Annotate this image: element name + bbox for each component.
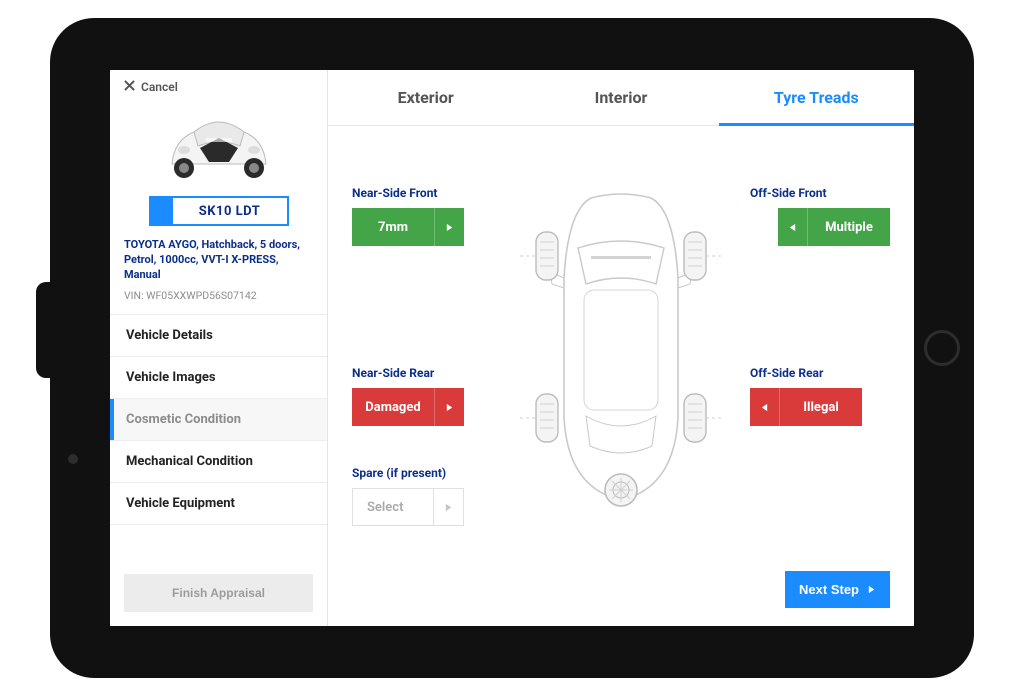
tab-label: Exterior	[398, 88, 454, 107]
next-step-button[interactable]: Next Step	[785, 571, 890, 608]
select-placeholder: Select	[353, 500, 433, 515]
tab-interior[interactable]: Interior	[523, 70, 718, 125]
chevron-right-icon	[434, 388, 464, 426]
sidebar-item-label: Vehicle Equipment	[126, 496, 235, 511]
tyre-value-text: Damaged	[352, 388, 434, 426]
sidebar-item-mechanical-condition[interactable]: Mechanical Condition	[110, 440, 327, 482]
sidebar-item-vehicle-images[interactable]: Vehicle Images	[110, 356, 327, 398]
tyre-content: Near-Side Front 7mm Off-Side Front Multi…	[328, 126, 914, 626]
tyre-label: Spare (if present)	[352, 466, 492, 480]
tyre-label: Near-Side Rear	[352, 366, 492, 380]
sidebar-item-label: Mechanical Condition	[126, 454, 253, 469]
app-root: Cancel SK10 LDT	[110, 70, 914, 626]
sidebar-item-label: Vehicle Images	[126, 370, 216, 385]
chevron-right-icon	[434, 208, 464, 246]
cancel-button[interactable]: Cancel	[110, 70, 327, 100]
chevron-left-icon	[778, 208, 808, 246]
tablet-camera-dot	[68, 454, 78, 464]
sidebar-item-vehicle-equipment[interactable]: Vehicle Equipment	[110, 482, 327, 525]
tyre-near-side-rear: Near-Side Rear Damaged	[352, 366, 492, 426]
cancel-label: Cancel	[141, 80, 178, 94]
next-step-label: Next Step	[799, 582, 859, 597]
tyre-label: Off-Side Front	[750, 186, 890, 200]
reg-plate-flag	[151, 198, 173, 224]
sidebar-nav: Vehicle Details Vehicle Images Cosmetic …	[110, 314, 327, 525]
tyre-value-button[interactable]: Damaged	[352, 388, 464, 426]
car-top-diagram	[496, 188, 746, 512]
close-icon	[124, 80, 135, 94]
chevron-left-icon	[750, 388, 780, 426]
sidebar-item-label: Cosmetic Condition	[126, 412, 241, 427]
tyre-off-side-front: Off-Side Front Multiple	[750, 186, 890, 246]
tyre-spare: Spare (if present) Select	[352, 466, 492, 526]
tyre-value-text: Illegal	[780, 388, 862, 426]
tablet-frame: Cancel SK10 LDT	[50, 18, 974, 678]
tyre-off-side-rear: Off-Side Rear Illegal	[750, 366, 890, 426]
tab-label: Tyre Treads	[774, 88, 859, 107]
main-panel: Exterior Interior Tyre Treads	[328, 70, 914, 626]
tyre-near-side-front: Near-Side Front 7mm	[352, 186, 492, 246]
finish-wrap: Finish Appraisal	[110, 560, 327, 626]
tyre-value-text: 7mm	[352, 208, 434, 246]
tyre-value-button[interactable]: Illegal	[750, 388, 862, 426]
tablet-side-notch	[36, 282, 50, 378]
tyre-value-button[interactable]: Multiple	[778, 208, 890, 246]
tablet-home-button[interactable]	[924, 330, 960, 366]
sidebar-item-label: Vehicle Details	[126, 328, 213, 343]
chevron-right-icon	[867, 585, 876, 594]
vehicle-description: TOYOTA AYGO, Hatchback, 5 doors, Petrol,…	[110, 236, 327, 287]
sidebar-item-cosmetic-condition[interactable]: Cosmetic Condition	[110, 398, 327, 440]
chevron-right-icon	[433, 489, 463, 525]
reg-plate: SK10 LDT	[149, 196, 289, 226]
tyre-label: Near-Side Front	[352, 186, 492, 200]
tyre-value-button[interactable]: 7mm	[352, 208, 464, 246]
spare-select[interactable]: Select	[352, 488, 464, 526]
vin-text: VIN: WF05XXWPD56S07142	[110, 287, 327, 314]
tab-bar: Exterior Interior Tyre Treads	[328, 70, 914, 126]
reg-plate-text: SK10 LDT	[173, 198, 287, 224]
tyre-label: Off-Side Rear	[750, 366, 890, 380]
tab-exterior[interactable]: Exterior	[328, 70, 523, 125]
tab-tyre-treads[interactable]: Tyre Treads	[719, 70, 914, 125]
tab-label: Interior	[595, 88, 648, 107]
tyre-value-text: Multiple	[808, 208, 890, 246]
vehicle-image	[110, 100, 327, 196]
sidebar-item-vehicle-details[interactable]: Vehicle Details	[110, 314, 327, 356]
finish-appraisal-button[interactable]: Finish Appraisal	[124, 574, 313, 612]
sidebar: Cancel SK10 LDT	[110, 70, 328, 626]
